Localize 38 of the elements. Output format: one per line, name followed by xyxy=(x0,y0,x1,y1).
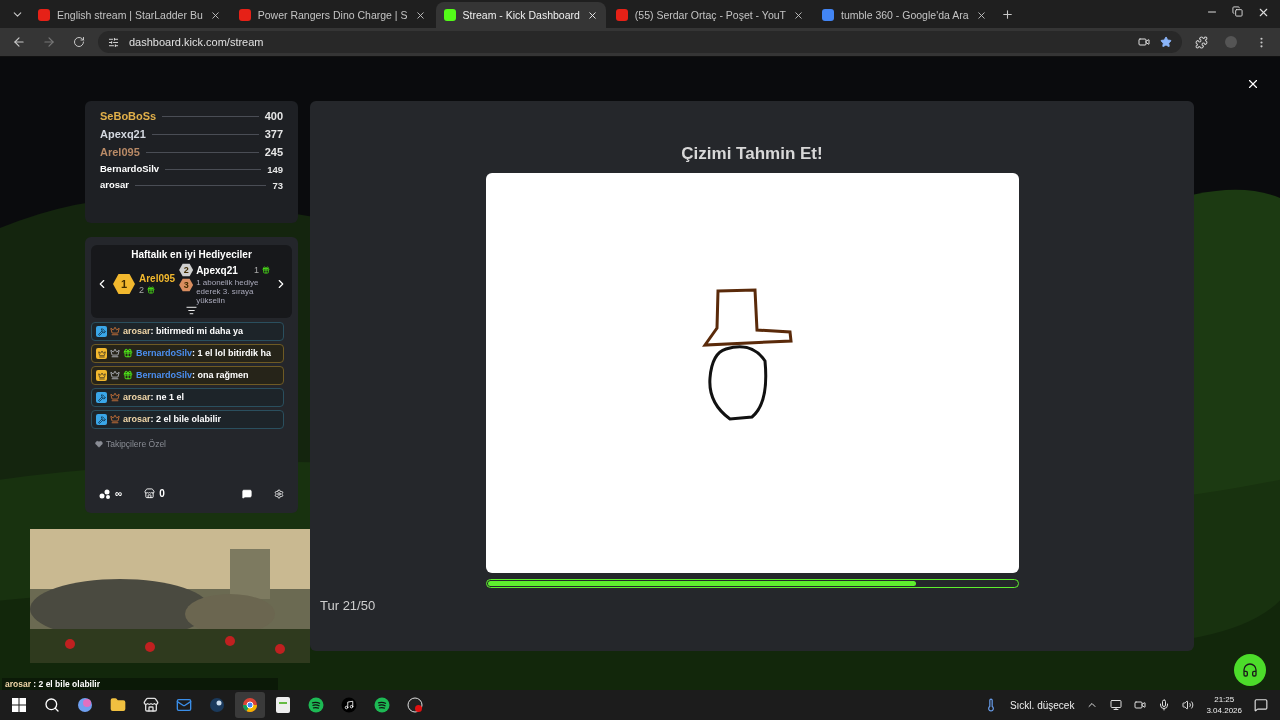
network-icon[interactable] xyxy=(1110,699,1123,711)
mail-icon[interactable] xyxy=(176,697,192,713)
camera-icon[interactable] xyxy=(1134,699,1147,711)
browser-tab[interactable]: English stream | StarLadder Bu xyxy=(30,2,229,28)
close-icon[interactable] xyxy=(793,9,804,21)
chrome-icon[interactable] xyxy=(242,697,258,713)
site-settings-icon[interactable] xyxy=(108,36,119,48)
browser-tab[interactable]: Stream - Kick Dashboard xyxy=(435,2,606,28)
address-field[interactable]: dashboard.kick.com/stream xyxy=(98,31,1182,53)
reload-icon[interactable] xyxy=(73,36,85,48)
tab-favicon-icon xyxy=(615,9,628,21)
microphone-icon[interactable] xyxy=(1158,699,1171,711)
volume-icon[interactable] xyxy=(1182,699,1195,711)
circles-icon[interactable] xyxy=(77,697,93,713)
store-icon[interactable] xyxy=(143,697,159,713)
restore-icon[interactable] xyxy=(1232,5,1243,17)
tab-favicon-icon xyxy=(822,9,834,21)
clock[interactable]: 21:25 3.04.2026 xyxy=(1206,694,1242,716)
tab-favicon-icon xyxy=(38,9,50,21)
steam-icon[interactable] xyxy=(209,697,225,713)
plus-icon[interactable] xyxy=(1001,7,1014,21)
notifications-icon[interactable] xyxy=(1254,698,1268,712)
close-icon[interactable] xyxy=(586,9,598,21)
star-icon[interactable] xyxy=(1160,36,1172,48)
browser-tab[interactable]: (55) Serdar Ortaç - Poşet - YouT xyxy=(607,2,812,28)
search-icon[interactable] xyxy=(44,697,60,713)
record-icon[interactable] xyxy=(407,697,423,713)
weather-text[interactable]: Sıckl. düşecek xyxy=(1009,699,1075,711)
browser-tab[interactable]: tumble 360 - Google'da Ara xyxy=(814,2,995,28)
close-icon[interactable] xyxy=(975,9,987,21)
chrome-taskbar-icon[interactable] xyxy=(235,692,265,718)
close-icon[interactable] xyxy=(414,9,426,21)
folder-icon[interactable] xyxy=(110,697,126,713)
tab-favicon-icon xyxy=(238,9,251,21)
browser-tab[interactable]: Power Rangers Dino Charge | S xyxy=(230,2,434,28)
close-icon[interactable] xyxy=(209,9,221,21)
tab-favicon-icon xyxy=(443,9,456,21)
music-note-icon[interactable] xyxy=(341,697,357,713)
